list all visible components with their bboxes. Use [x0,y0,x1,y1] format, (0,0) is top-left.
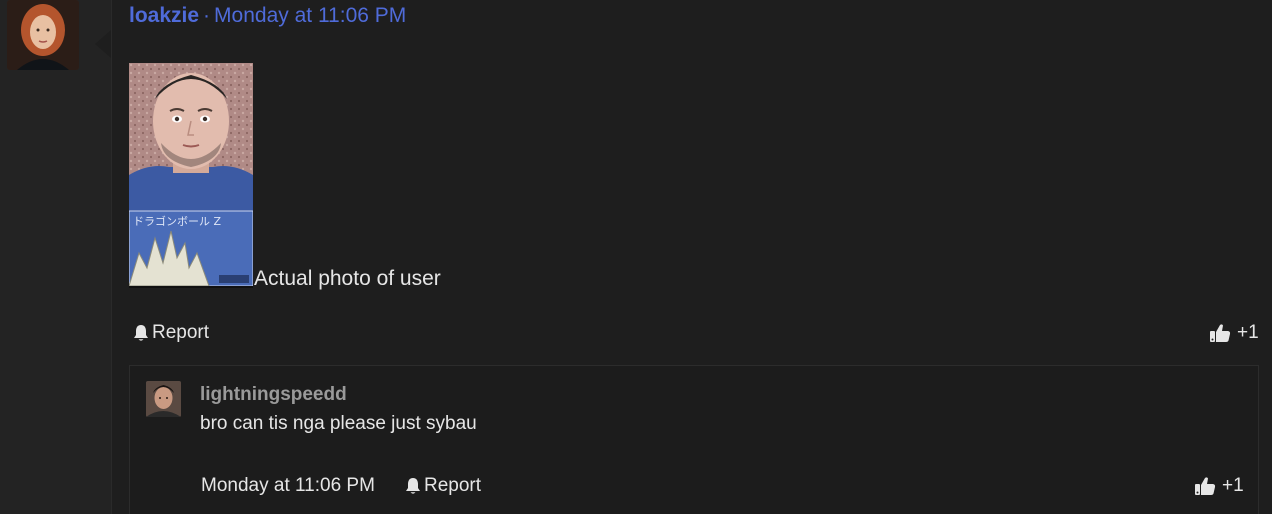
reply-timestamp-link[interactable]: Monday at 11:06 PM [201,475,375,497]
message-pointer [95,30,111,58]
like-count: +1 [1222,475,1244,496]
bell-icon [133,324,149,342]
reply-comment: lightningspeedd bro can tis nga please j… [129,365,1259,514]
reply-like-button[interactable]: +1 [1194,475,1244,497]
avatar-portrait-icon [146,381,181,417]
user-photo-image: ドラゴンボール Z [129,63,253,286]
svg-text:ドラゴンボール Z: ドラゴンボール Z [133,214,221,228]
post-image[interactable]: ドラゴンボール Z [129,63,253,288]
like-count: +1 [1237,322,1259,343]
thumbs-up-icon [1209,323,1231,343]
post-timestamp-link[interactable]: Monday at 11:06 PM [214,4,406,27]
bell-icon [405,477,421,495]
reply-text: bro can tis nga please just sybau [200,413,477,434]
post-user-column [0,0,112,514]
report-button[interactable]: Report [133,322,209,344]
post-caption: Actual photo of user [254,267,441,290]
reply-avatar[interactable] [146,381,181,417]
avatar[interactable] [7,0,79,70]
reply-report-button[interactable]: Report [405,475,481,497]
report-label: Report [152,322,210,343]
forum-thread: loakzie · Monday at 11:06 PM ドラゴンボール Z A… [0,0,1272,514]
reply-author-link[interactable]: lightningspeedd [200,384,347,406]
header-separator: · [203,4,211,27]
avatar-portrait-icon [7,0,79,70]
report-label: Report [424,475,482,496]
like-button[interactable]: +1 [1209,322,1259,344]
thumbs-up-icon [1194,476,1216,496]
post-author-link[interactable]: loakzie [129,4,199,27]
post-header: loakzie · Monday at 11:06 PM [129,3,406,29]
